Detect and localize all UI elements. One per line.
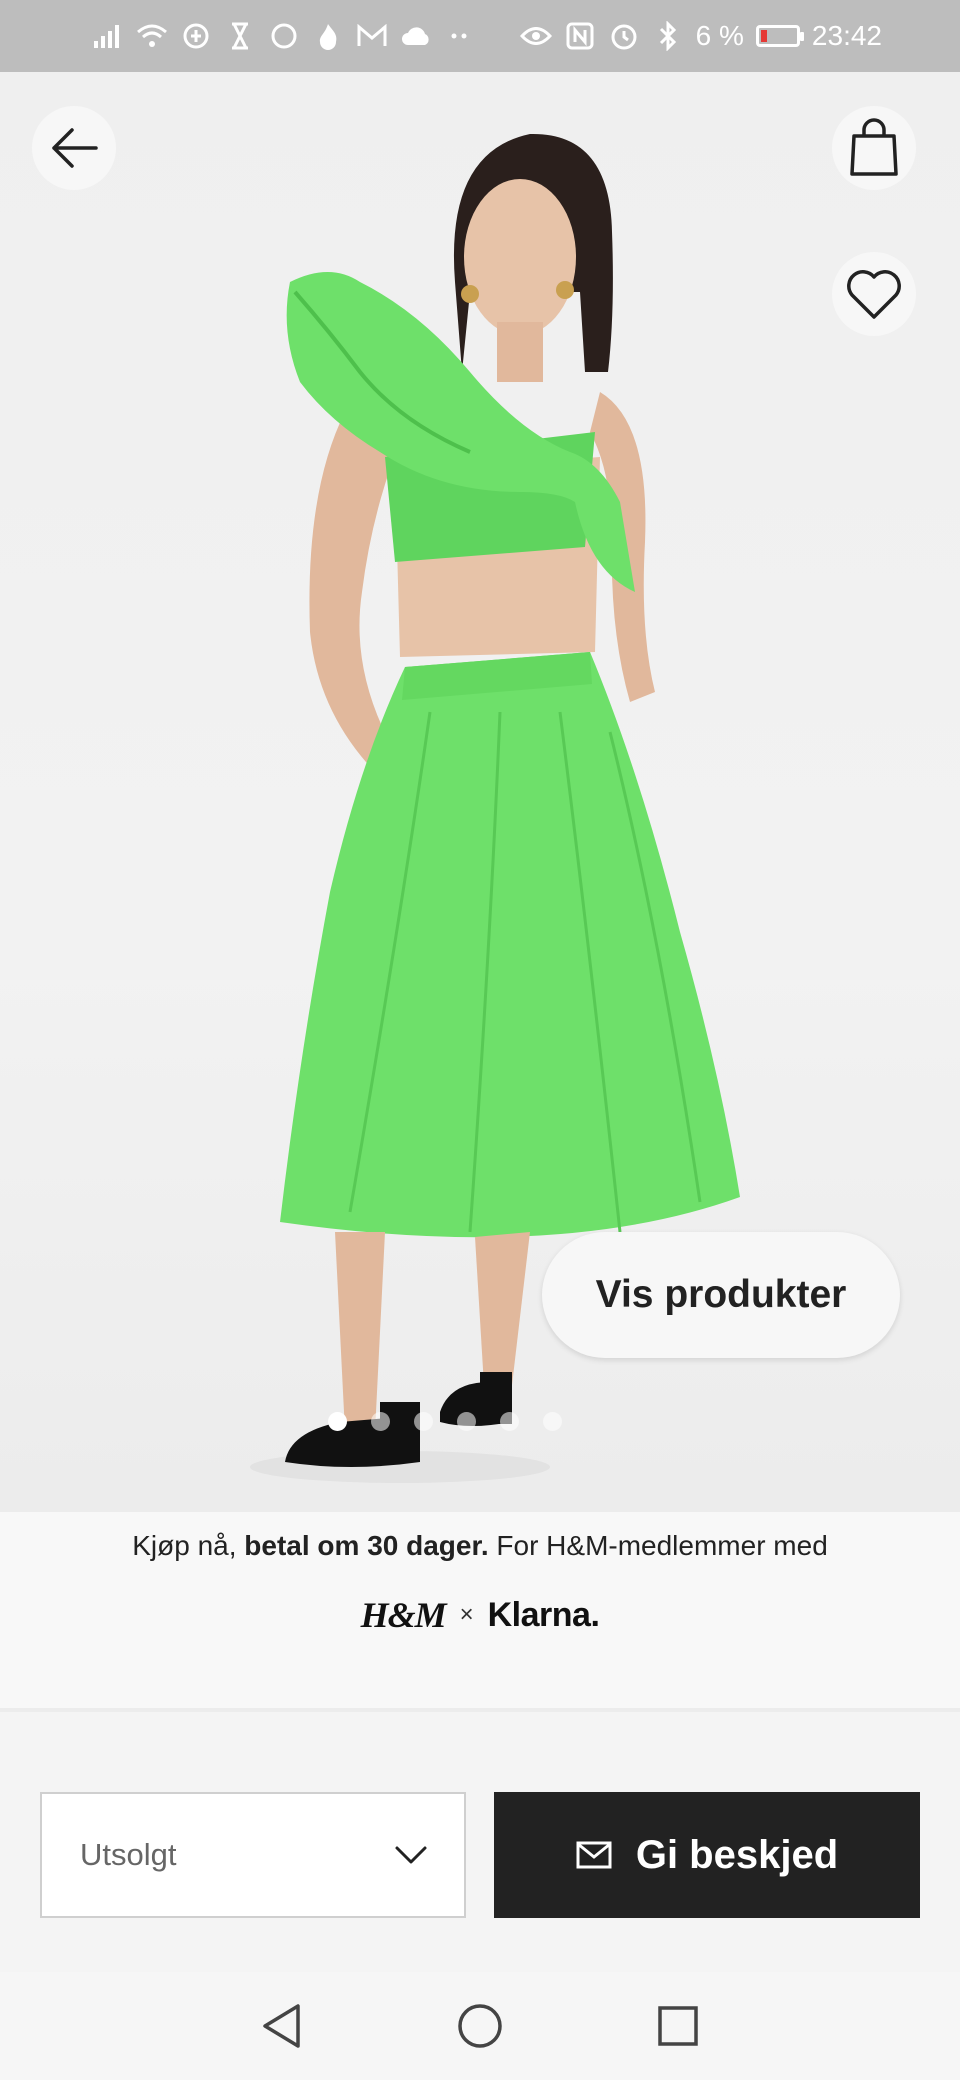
chevron-down-icon [395,1846,427,1864]
status-right-icons: 6 % 23:42 [519,20,882,52]
heart-icon [847,270,901,319]
eye-icon [519,20,552,52]
mail-icon [576,1841,612,1869]
times-sign: × [459,1601,474,1628]
battery-percent: 6 % [695,20,744,51]
purchase-actions: Utsolgt Gi beskjed [0,1712,960,1972]
flame-icon [312,20,344,52]
triangle-back-icon [263,2004,300,2048]
partner-logos: H&M × Klarna. [0,1594,960,1636]
notify-me-button[interactable]: Gi beskjed [494,1792,920,1918]
alarm-icon [608,20,640,52]
circle-home-icon [458,2004,502,2048]
shopping-bag-icon [850,118,898,176]
cloud-icon [400,20,432,52]
back-button[interactable] [32,106,116,190]
carousel-dot[interactable] [371,1412,390,1431]
carousel-dot[interactable] [414,1412,433,1431]
product-image-carousel[interactable]: Vis produkter [0,72,960,1512]
data-saver-icon [180,20,212,52]
more-dots-icon [444,20,476,52]
klarna-logo: Klarna. [487,1595,600,1634]
carousel-indicator [0,1412,960,1431]
carousel-dot[interactable] [328,1412,347,1431]
nav-home-button[interactable] [456,2002,504,2050]
notify-me-label: Gi beskjed [635,1832,839,1877]
hm-logo: H&M [360,1595,447,1635]
wifi-icon [136,20,168,52]
system-navigation-bar [0,1972,960,2080]
size-select[interactable]: Utsolgt [40,1792,466,1918]
battery-icon [755,25,804,47]
klarna-text-part1: Kjøp nå, [132,1530,245,1561]
square-recents-icon [658,2006,698,2046]
carousel-dot[interactable] [500,1412,519,1431]
signal-icon [92,20,124,52]
klarna-text-part2: For H&M-medlemmer med [488,1530,828,1561]
arrow-left-icon [52,128,98,168]
nav-back-button[interactable] [258,2002,306,2050]
clock: 23:42 [811,20,882,51]
klarna-text: Kjøp nå, betal om 30 dager. For H&M-medl… [0,1530,960,1562]
klarna-banner[interactable]: Kjøp nå, betal om 30 dager. For H&M-medl… [0,1512,960,1708]
favorite-button[interactable] [832,252,916,336]
carousel-dot[interactable] [457,1412,476,1431]
vis-produkter-button[interactable]: Vis produkter [542,1232,900,1358]
status-left-icons [92,20,476,52]
status-bar: 6 % 23:42 [0,0,960,72]
hourglass-icon [224,20,256,52]
nav-recents-button[interactable] [654,2002,702,2050]
nfc-icon [564,20,596,52]
shopping-bag-button[interactable] [832,106,916,190]
carousel-dot[interactable] [543,1412,562,1431]
klarna-text-bold: betal om 30 dager. [244,1530,489,1561]
circle-icon [268,20,300,52]
gmail-icon [356,20,388,52]
bluetooth-icon [652,20,684,52]
size-select-value: Utsolgt [80,1837,177,1872]
